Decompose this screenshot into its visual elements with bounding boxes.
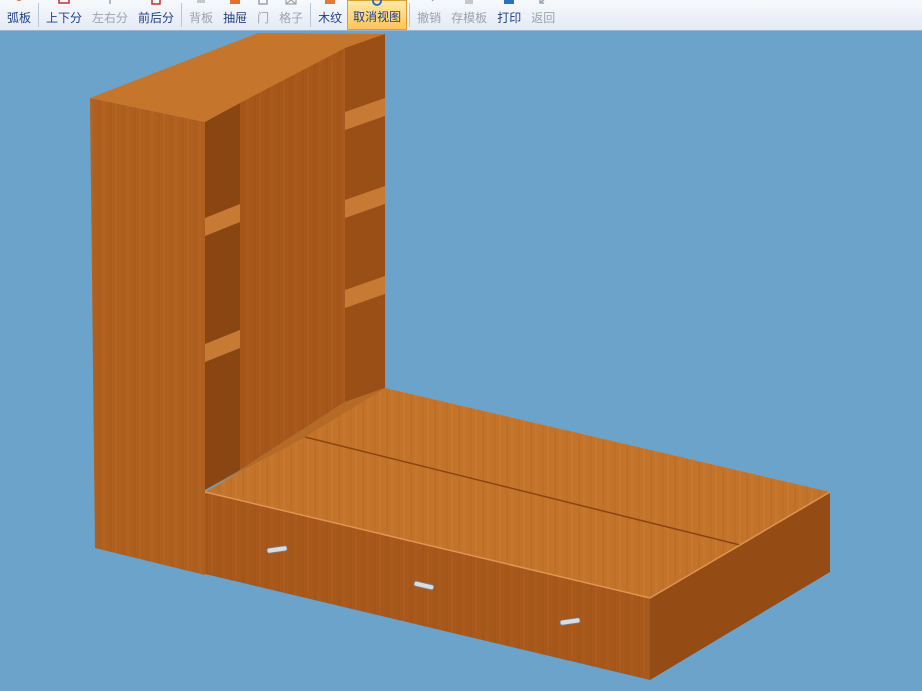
split-vertical-button[interactable]: 上下分 [41,0,87,30]
wood-grain-button[interactable]: 木纹 [313,0,347,30]
print-icon [504,0,515,4]
split-horizontal-icon [109,0,111,4]
toolbar: 弧板 上下分 左右分 前后分 背板 抽屉 门 格子 木纹 取消视图 撤销 存模板… [0,0,922,31]
print-button[interactable]: 打印 [492,0,526,30]
cabinet-inner-back [205,103,240,490]
split-vertical-icon [58,0,70,4]
split-horizontal-label: 左右分 [92,11,129,25]
back-label: 返回 [531,11,556,25]
door-label: 门 [257,11,270,25]
cancel-view-label: 取消视图 [353,10,402,24]
back-panel-icon [197,0,206,3]
back-button[interactable]: 返回 [526,0,560,30]
split-vertical-label: 上下分 [46,11,83,25]
drawer-button[interactable]: 抽屉 [218,0,252,30]
back-icon [539,0,545,4]
grid-icon [285,0,297,5]
door-icon [258,0,268,5]
print-label: 打印 [497,11,522,25]
3d-viewport[interactable] [0,31,922,691]
grid-button[interactable]: 格子 [274,0,308,30]
save-template-label: 存模板 [451,11,488,25]
split-depth-label: 前后分 [138,11,175,25]
toolbar-separator [181,3,183,27]
toolbar-separator [38,3,40,27]
cancel-view-button[interactable]: 取消视图 [347,0,408,30]
cabinet-divider-grain [240,48,345,470]
arc-panel-label: 弧板 [7,11,32,25]
toolbar-separator [310,3,312,27]
split-horizontal-button[interactable]: 左右分 [87,0,133,30]
undo-label: 撤销 [417,11,442,25]
arc-panel-button[interactable]: 弧板 [2,0,36,30]
back-panel-label: 背板 [189,11,214,25]
cabinet-side-grain [90,98,205,575]
undo-icon [431,0,434,2]
split-depth-icon [151,0,161,5]
app-window: 弧板 上下分 左右分 前后分 背板 抽屉 门 格子 木纹 取消视图 撤销 存模板… [0,0,922,691]
toolbar-separator [409,3,411,27]
wood-grain-icon [325,0,336,4]
cabinet-right-column [345,34,385,402]
cancel-view-icon [372,0,383,6]
save-template-button[interactable]: 存模板 [446,0,492,30]
arc-panel-icon [16,0,22,1]
undo-button[interactable]: 撤销 [412,0,446,30]
split-depth-button[interactable]: 前后分 [133,0,179,30]
back-panel-button[interactable]: 背板 [184,0,218,30]
furniture-model [90,33,831,680]
drawer-icon [230,0,241,4]
wood-grain-label: 木纹 [318,11,343,25]
grid-label: 格子 [279,11,304,25]
save-template-icon [465,0,474,4]
drawer-label: 抽屉 [223,11,248,25]
door-button[interactable]: 门 [252,0,274,30]
